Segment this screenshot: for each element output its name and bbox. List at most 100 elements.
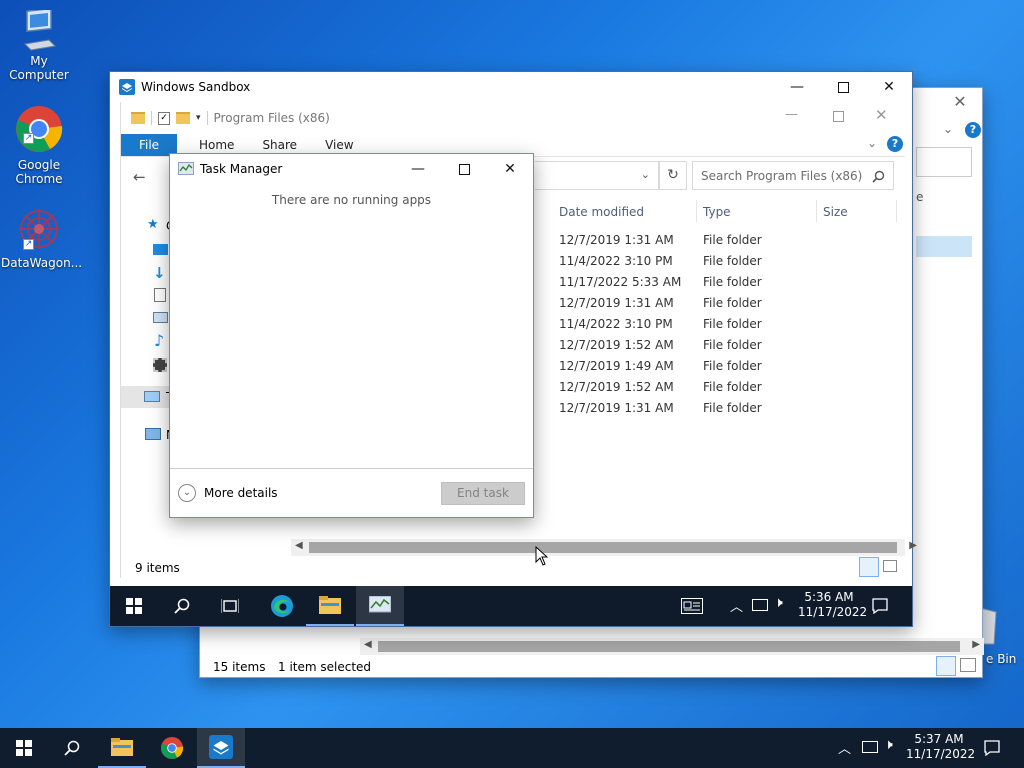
search-button[interactable] (48, 728, 96, 768)
start-button[interactable] (110, 586, 158, 626)
network-icon[interactable] (145, 428, 161, 440)
column-header-size[interactable]: Size (823, 205, 848, 219)
desktop-icon-datawagon[interactable]: ↗ DataWagon... (1, 206, 83, 270)
row-type: File folder (703, 338, 762, 352)
desktop-folder-icon[interactable] (153, 244, 168, 255)
scroll-thumb[interactable] (309, 542, 897, 553)
ribbon-collapse-icon[interactable]: ⌄ (867, 136, 877, 150)
explorer-maximize-icon[interactable] (833, 111, 844, 122)
start-button[interactable] (0, 728, 48, 768)
help-icon[interactable]: ? (965, 122, 981, 138)
desktop-icon-label-line1: Google (17, 158, 61, 172)
close-button[interactable]: ✕ (866, 72, 912, 102)
host-clock[interactable]: 5:37 AM 11/17/2022 (906, 732, 975, 762)
more-details-button[interactable]: ⌄ More details (178, 483, 278, 503)
new-folder-icon[interactable] (176, 112, 190, 124)
scroll-thumb[interactable] (378, 641, 960, 652)
end-task-button[interactable]: End task (441, 482, 525, 505)
music-icon[interactable]: ♪ (154, 331, 164, 350)
back-button[interactable]: ← (133, 168, 146, 186)
minimize-button[interactable]: — (395, 154, 441, 184)
shortcut-arrow-icon: ↗ (23, 133, 34, 144)
address-bar[interactable]: ⌄ (535, 161, 659, 190)
desktop-icon-recycle-bin[interactable]: e Bin (978, 600, 1024, 670)
row-date: 12/7/2019 1:52 AM (559, 338, 674, 352)
maximize-button[interactable] (820, 72, 866, 102)
volume-icon[interactable]: 🕨 (774, 595, 783, 611)
maximize-button[interactable] (441, 154, 487, 184)
table-row[interactable]: 12/7/2019 1:31 AM File folder (559, 398, 762, 419)
explorer-minimize-icon[interactable]: — (785, 107, 798, 122)
edge-button[interactable] (258, 586, 306, 626)
windows-sandbox-button[interactable] (197, 728, 245, 768)
tray-chevron-up-icon[interactable]: ︿ (730, 596, 743, 615)
table-row[interactable]: 11/4/2022 3:10 PM File folder (559, 251, 762, 272)
close-button[interactable]: ✕ (487, 154, 533, 184)
news-widget-button[interactable] (668, 586, 716, 626)
table-row[interactable]: 12/7/2019 1:52 AM File folder (559, 335, 762, 356)
videos-icon[interactable] (153, 358, 167, 372)
details-view-icon[interactable] (936, 656, 956, 676)
notifications-button[interactable] (856, 586, 904, 626)
search-placeholder: Search Program Files (x86) (701, 169, 863, 183)
notifications-button[interactable] (968, 728, 1016, 768)
large-icons-view-icon[interactable] (883, 560, 897, 572)
chevron-down-icon[interactable]: ⌄ (943, 122, 953, 136)
dropdown-icon[interactable]: ▾ (196, 113, 201, 123)
row-date: 12/7/2019 1:52 AM (559, 380, 674, 394)
desktop-icon-my-computer[interactable]: My Computer (1, 10, 77, 82)
address-dropdown-icon[interactable]: ⌄ (641, 168, 650, 181)
notification-icon (872, 598, 888, 614)
volume-icon[interactable]: 🕨 (884, 737, 893, 753)
pictures-icon[interactable] (153, 312, 168, 323)
table-row[interactable]: 12/7/2019 1:31 AM File folder (559, 230, 762, 251)
scroll-left-icon[interactable]: ◀ (364, 639, 372, 650)
task-manager-button[interactable] (356, 586, 404, 626)
column-header-type[interactable]: Type (703, 205, 731, 219)
horizontal-scrollbar[interactable]: ◀ ▶ (291, 539, 917, 556)
column-header-date[interactable]: Date modified (559, 205, 644, 219)
explorer-close-icon[interactable]: ✕ (875, 106, 888, 124)
network-status-icon[interactable] (752, 599, 768, 611)
chrome-button[interactable] (148, 728, 196, 768)
table-row[interactable]: 12/7/2019 1:52 AM File folder (559, 377, 762, 398)
row-date: 12/7/2019 1:31 AM (559, 296, 674, 310)
table-row[interactable]: 12/7/2019 1:49 AM File folder (559, 356, 762, 377)
file-explorer-button[interactable] (306, 586, 354, 626)
scroll-right-icon[interactable]: ▶ (972, 639, 980, 650)
file-explorer-button[interactable] (98, 728, 146, 768)
minimize-button[interactable]: — (774, 72, 820, 102)
table-row[interactable]: 11/17/2022 5:33 AM File folder (559, 272, 762, 293)
scroll-left-icon[interactable]: ◀ (295, 540, 303, 551)
desktop-icon-google-chrome[interactable]: ↗ Google Chrome (1, 104, 77, 186)
sandbox-titlebar[interactable]: Windows Sandbox — ✕ (110, 72, 912, 102)
task-manager-titlebar[interactable]: Task Manager — ✕ (170, 154, 533, 184)
downloads-icon[interactable]: ↓ (153, 264, 166, 282)
table-row[interactable]: 11/4/2022 3:10 PM File folder (559, 314, 762, 335)
scroll-right-icon[interactable]: ▶ (909, 540, 917, 551)
status-items: 15 items (213, 660, 266, 674)
sandbox-clock[interactable]: 5:36 AM 11/17/2022 (798, 590, 867, 620)
large-icons-view-icon[interactable] (960, 658, 976, 672)
file-list: 12/7/2019 1:31 AM File folder 11/4/2022 3… (559, 230, 899, 430)
status-selected: 1 item selected (278, 660, 372, 674)
refresh-button[interactable]: ↻ (659, 161, 687, 190)
selected-row (916, 236, 972, 257)
search-input[interactable]: Search Program Files (x86) (692, 161, 894, 190)
row-type: File folder (703, 359, 762, 373)
network-status-icon[interactable] (862, 741, 878, 753)
task-manager-window[interactable]: Task Manager — ✕ There are no running ap… (169, 153, 534, 518)
properties-icon[interactable]: ✓ (158, 111, 170, 125)
search-button[interactable] (158, 586, 206, 626)
desktop-icon-label: DataWagon... (1, 256, 83, 270)
star-icon[interactable]: ★ (147, 217, 159, 232)
table-row[interactable]: 12/7/2019 1:31 AM File folder (559, 293, 762, 314)
close-icon[interactable]: ✕ (948, 94, 972, 110)
search-box[interactable] (916, 147, 972, 177)
tray-chevron-up-icon[interactable]: ︿ (838, 738, 851, 757)
horizontal-scrollbar[interactable]: ◀ ▶ (360, 638, 984, 655)
help-icon[interactable]: ? (887, 136, 903, 152)
task-view-button[interactable] (206, 586, 254, 626)
documents-icon[interactable] (154, 288, 166, 302)
details-view-icon[interactable] (859, 557, 879, 577)
